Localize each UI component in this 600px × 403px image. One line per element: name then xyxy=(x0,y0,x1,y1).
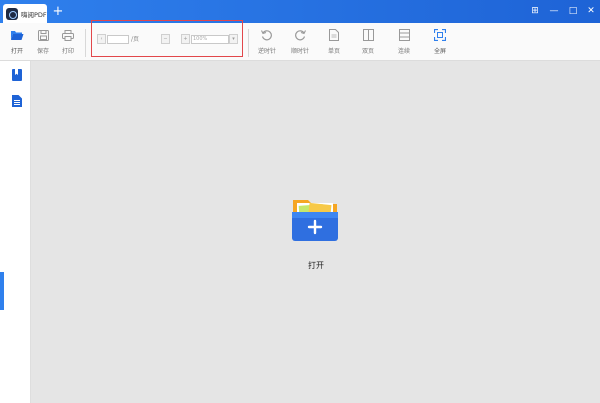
fullscreen-icon xyxy=(433,28,447,42)
double-page-label: 双页 xyxy=(361,48,374,55)
page-thumbnail-icon[interactable] xyxy=(12,92,22,107)
minimize-button[interactable]: — xyxy=(546,3,562,19)
tab-title: 嗨阅PDF xyxy=(21,10,47,19)
print-button[interactable]: 打印 xyxy=(56,28,80,55)
open-button[interactable]: 打开 xyxy=(5,28,29,55)
bookmark-icon[interactable] xyxy=(12,66,22,81)
folder-add-icon xyxy=(292,200,338,241)
double-page-button[interactable]: 双页 xyxy=(356,28,380,55)
single-page-button[interactable]: 单页 xyxy=(322,28,346,55)
continuous-page-icon xyxy=(397,28,411,42)
document-tab[interactable]: 嗨阅PDF xyxy=(3,4,47,23)
new-tab-button[interactable]: + xyxy=(51,4,65,19)
single-page-icon xyxy=(327,28,341,42)
save-label: 保存 xyxy=(36,48,49,55)
rotate-left-label: 逆时针 xyxy=(257,48,276,55)
rotate-left-icon xyxy=(260,28,274,42)
title-bar: 嗨阅PDF + ⊞ — □ ✕ xyxy=(0,0,600,23)
toolbar-divider xyxy=(248,29,249,57)
rotate-right-button[interactable]: 顺时针 xyxy=(287,28,313,55)
continuous-button[interactable]: 连续 xyxy=(392,28,416,55)
rotate-right-label: 顺时针 xyxy=(290,48,309,55)
app-logo-icon xyxy=(6,7,18,20)
sidebar xyxy=(0,61,31,403)
single-page-label: 单页 xyxy=(327,48,340,55)
save-icon xyxy=(36,28,50,42)
open-label: 打开 xyxy=(10,48,23,55)
printer-icon xyxy=(61,28,75,42)
open-label-main: 打开 xyxy=(308,261,324,270)
save-button[interactable]: 保存 xyxy=(31,28,55,55)
fullscreen-button[interactable]: 全屏 xyxy=(428,28,452,55)
window-grid-icon[interactable]: ⊞ xyxy=(527,3,543,19)
rotate-left-button[interactable]: 逆时针 xyxy=(254,28,280,55)
open-file-button[interactable] xyxy=(291,194,339,242)
sidebar-collapse-handle[interactable] xyxy=(0,272,4,310)
highlight-box xyxy=(91,20,243,57)
print-label: 打印 xyxy=(61,48,74,55)
double-page-icon xyxy=(361,28,375,42)
folder-open-icon xyxy=(10,28,24,42)
rotate-right-icon xyxy=(293,28,307,42)
continuous-label: 连续 xyxy=(397,48,410,55)
maximize-button[interactable]: □ xyxy=(565,3,581,19)
close-button[interactable]: ✕ xyxy=(583,3,599,19)
toolbar-divider xyxy=(85,29,86,57)
fullscreen-label: 全屏 xyxy=(433,48,446,55)
